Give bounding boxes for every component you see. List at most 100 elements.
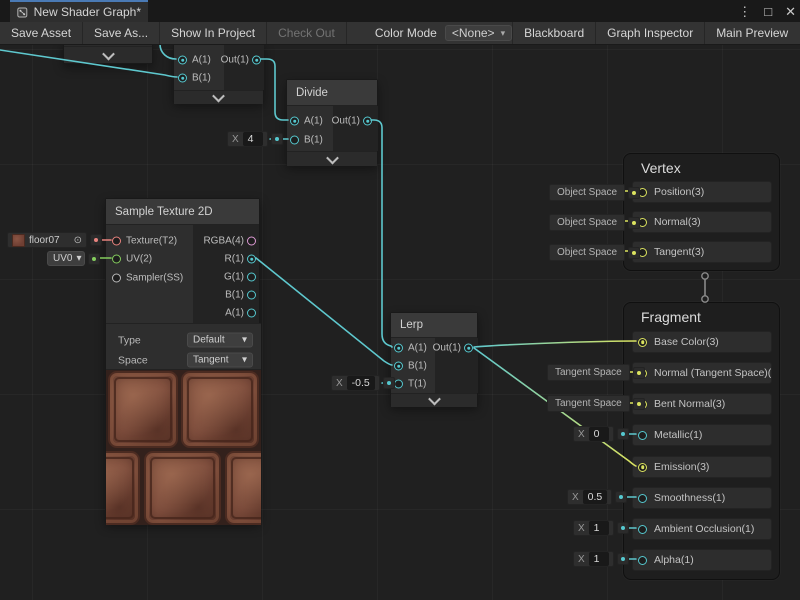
port-b[interactable] bbox=[247, 291, 256, 300]
port-g[interactable] bbox=[247, 273, 256, 282]
space-selector-badge[interactable]: Tangent Space bbox=[547, 364, 630, 381]
space-selector-badge[interactable]: Object Space bbox=[549, 214, 625, 231]
expand-chevron-button[interactable] bbox=[64, 46, 152, 63]
divide-node[interactable]: Divide A(1) B(1) Out(1) bbox=[286, 79, 378, 165]
field-prefix: X bbox=[572, 492, 579, 503]
vertex-block[interactable]: Vertex Position(3) Normal(3) Tangent(3) bbox=[623, 153, 780, 271]
field-prefix: X bbox=[232, 134, 239, 145]
lerp-node[interactable]: Lerp A(1) B(1) T(1) Out(1) bbox=[390, 312, 478, 406]
connector-dot bbox=[628, 187, 640, 199]
sample-texture-2d-node[interactable]: Sample Texture 2D Texture(T2) UV(2) Samp… bbox=[105, 198, 260, 523]
field-value[interactable]: 0 bbox=[589, 427, 609, 441]
port-texture[interactable] bbox=[112, 237, 121, 246]
more-options-icon[interactable]: ⋮ bbox=[738, 5, 751, 18]
port-rgba-label: RGBA(4) bbox=[203, 236, 244, 247]
check-out-button: Check Out bbox=[267, 22, 347, 44]
port-rgba[interactable] bbox=[247, 237, 256, 246]
texture-thumbnail bbox=[12, 234, 25, 247]
texture-asset-field[interactable]: floor07 ⊙ bbox=[7, 232, 87, 248]
save-asset-button[interactable]: Save Asset bbox=[0, 22, 83, 44]
smoothness-value-field[interactable]: X 0.5 bbox=[567, 489, 612, 505]
fragment-block[interactable]: Fragment Base Color(3) Normal (Tangent S… bbox=[623, 302, 780, 580]
port-r[interactable] bbox=[247, 255, 256, 264]
collapse-chevron-button[interactable] bbox=[174, 90, 263, 104]
vertex-row-position[interactable]: Position(3) bbox=[632, 181, 772, 203]
port-out[interactable] bbox=[464, 344, 473, 353]
collapse-chevron-button[interactable] bbox=[287, 151, 377, 166]
connector-dot bbox=[90, 234, 102, 246]
port-b[interactable] bbox=[290, 136, 299, 145]
port-b[interactable] bbox=[178, 74, 187, 83]
field-value[interactable]: 0.5 bbox=[583, 490, 608, 504]
port-a[interactable] bbox=[178, 56, 187, 65]
port-a[interactable] bbox=[247, 309, 256, 318]
shader-graph-icon bbox=[17, 6, 28, 19]
type-dropdown[interactable]: Default ▾ bbox=[187, 333, 253, 348]
port-b-label: B(1) bbox=[225, 290, 244, 301]
space-selector-badge[interactable]: Object Space bbox=[549, 184, 625, 201]
port-b[interactable] bbox=[394, 362, 403, 371]
port-metallic[interactable] bbox=[638, 431, 647, 440]
uv-channel-dropdown[interactable]: UV0 ▾ bbox=[47, 251, 85, 266]
top-partial-node[interactable]: A(1) B(1) Out(1) bbox=[173, 41, 264, 103]
fragment-row-normal[interactable]: Normal (Tangent Space)(3) bbox=[632, 362, 772, 384]
port-uv-label: UV(2) bbox=[126, 254, 152, 265]
collapse-chevron-button[interactable] bbox=[391, 393, 477, 407]
row-label: Base Color(3) bbox=[654, 336, 719, 348]
field-value[interactable]: 1 bbox=[589, 521, 609, 535]
main-preview-button[interactable]: Main Preview bbox=[704, 22, 800, 44]
port-a[interactable] bbox=[394, 344, 403, 353]
fragment-row-base-color[interactable]: Base Color(3) bbox=[632, 331, 772, 353]
save-as-button[interactable]: Save As... bbox=[83, 22, 160, 44]
color-mode-dropdown[interactable]: <None> ▾ bbox=[445, 25, 512, 41]
metallic-value-field[interactable]: X 0 bbox=[573, 426, 614, 442]
field-value[interactable]: 1 bbox=[589, 552, 609, 566]
port-out[interactable] bbox=[252, 56, 261, 65]
shader-graph-window: A(1) B(1) Out(1) Divide A(1) B(1) Out(1) bbox=[0, 0, 800, 600]
port-smoothness[interactable] bbox=[638, 494, 647, 503]
blackboard-button[interactable]: Blackboard bbox=[512, 22, 595, 44]
graph-inspector-button[interactable]: Graph Inspector bbox=[595, 22, 704, 44]
vertex-row-tangent[interactable]: Tangent(3) bbox=[632, 241, 772, 263]
vertex-row-normal[interactable]: Normal(3) bbox=[632, 211, 772, 233]
position-space-widget: Object Space bbox=[549, 184, 640, 201]
tab-new-shader-graph[interactable]: New Shader Graph* bbox=[10, 0, 148, 22]
alpha-value-field[interactable]: X 1 bbox=[573, 551, 614, 567]
space-selector-badge[interactable]: Tangent Space bbox=[547, 395, 630, 412]
port-b-label: B(1) bbox=[408, 361, 427, 372]
fragment-row-smoothness[interactable]: Smoothness(1) bbox=[632, 487, 772, 509]
lerp-t-value-field[interactable]: X -0.5 bbox=[331, 375, 380, 391]
port-sampler[interactable] bbox=[112, 274, 121, 283]
divide-b-value-widget: X 4 bbox=[227, 131, 283, 147]
port-alpha[interactable] bbox=[638, 556, 647, 565]
maximize-icon[interactable]: □ bbox=[764, 5, 772, 18]
fragment-row-ambient-occlusion[interactable]: Ambient Occlusion(1) bbox=[632, 518, 772, 540]
port-a[interactable] bbox=[290, 117, 299, 126]
row-label: Emission(3) bbox=[654, 461, 709, 473]
divide-b-value-field[interactable]: X 4 bbox=[227, 131, 268, 147]
port-out[interactable] bbox=[363, 117, 372, 126]
port-uv[interactable] bbox=[112, 255, 121, 264]
fragment-row-bent-normal[interactable]: Bent Normal(3) bbox=[632, 393, 772, 415]
field-value[interactable]: 4 bbox=[243, 132, 263, 146]
fragment-row-emission[interactable]: Emission(3) bbox=[632, 456, 772, 478]
space-selector-badge[interactable]: Object Space bbox=[549, 244, 625, 261]
object-picker-icon[interactable]: ⊙ bbox=[74, 235, 82, 246]
port-t[interactable] bbox=[394, 380, 403, 389]
show-in-project-button[interactable]: Show In Project bbox=[160, 22, 267, 44]
type-label: Type bbox=[118, 334, 141, 346]
port-emission[interactable] bbox=[638, 463, 647, 472]
port-base-color[interactable] bbox=[638, 338, 647, 347]
port-t-label: T(1) bbox=[408, 379, 426, 390]
space-dropdown[interactable]: Tangent ▾ bbox=[187, 353, 253, 368]
sample-texture-node-title: Sample Texture 2D bbox=[106, 199, 259, 225]
connector-dot bbox=[617, 428, 629, 440]
port-b-label: B(1) bbox=[304, 135, 323, 146]
fragment-row-alpha[interactable]: Alpha(1) bbox=[632, 549, 772, 571]
field-value[interactable]: -0.5 bbox=[347, 376, 375, 390]
port-ambient-occlusion[interactable] bbox=[638, 525, 647, 534]
ambient-occlusion-value-field[interactable]: X 1 bbox=[573, 520, 614, 536]
close-icon[interactable]: ✕ bbox=[785, 5, 796, 18]
chevron-down-icon: ▾ bbox=[242, 355, 247, 366]
fragment-row-metallic[interactable]: Metallic(1) bbox=[632, 424, 772, 446]
